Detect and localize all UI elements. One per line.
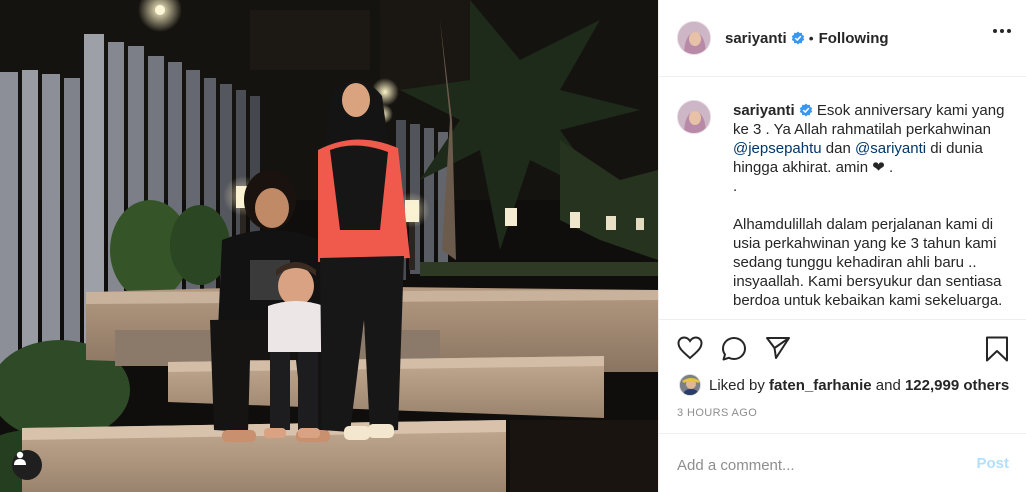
likes-conjunction: and [875, 376, 901, 394]
post-side-panel: sariyanti • Following sariyanti Esok ann… [658, 0, 1026, 492]
action-bar [659, 332, 1026, 366]
comment-icon [722, 337, 746, 361]
following-button[interactable]: Following [819, 30, 889, 47]
ellipsis-icon [993, 29, 997, 33]
avatar-image [680, 375, 700, 395]
liker-avatar[interactable] [679, 374, 701, 396]
verified-badge-icon [799, 103, 812, 117]
post-header: sariyanti • Following [659, 0, 1026, 77]
bookmark-icon [986, 336, 1008, 362]
caption-body-mid: dan [821, 140, 855, 157]
header-separator: • [808, 30, 814, 46]
comment-form: Post [659, 433, 1026, 492]
likes-prefix: Liked by [709, 376, 765, 394]
author-username[interactable]: sariyanti [725, 30, 787, 47]
post-comment-button[interactable]: Post [976, 455, 1009, 472]
caption-text: sariyanti Esok anniversary kami yang ke … [733, 101, 1015, 310]
likes-count-link[interactable]: 122,999 others [905, 377, 1009, 394]
likes-summary: Liked by faten_farhanie and 122,999 othe… [679, 374, 1009, 396]
tagged-users-button[interactable] [12, 450, 42, 480]
first-liker-link[interactable]: faten_farhanie [769, 377, 872, 394]
avatar-image [678, 22, 710, 54]
caption-scroll-area[interactable]: sariyanti Esok anniversary kami yang ke … [659, 77, 1026, 320]
heart-icon [677, 336, 703, 360]
caption-username[interactable]: sariyanti [733, 102, 795, 119]
save-button[interactable] [985, 336, 1009, 367]
author-avatar[interactable] [677, 21, 711, 55]
family-photo-illustration [0, 0, 658, 492]
mention-link-sariyanti[interactable]: @sariyanti [855, 140, 926, 157]
avatar-image [678, 101, 710, 133]
mention-link-jepsepahtu[interactable]: @jepsepahtu [733, 140, 822, 157]
post-photo[interactable] [0, 0, 658, 492]
comment-button[interactable] [721, 336, 747, 367]
caption-author-avatar[interactable] [677, 100, 711, 134]
caption-row: sariyanti Esok anniversary kami yang ke … [677, 100, 1015, 310]
verified-badge-icon [791, 31, 804, 45]
post-timestamp[interactable]: 3 HOURS AGO [677, 407, 757, 419]
share-button[interactable] [765, 336, 791, 365]
paper-plane-icon [766, 337, 790, 359]
more-options-button[interactable] [993, 29, 1011, 33]
like-button[interactable] [677, 336, 703, 365]
caption-body-part2: di dunia hingga akhirat. amin ❤ . . Alha… [733, 140, 1003, 309]
user-silhouette-icon [14, 451, 26, 465]
comment-input[interactable] [677, 454, 957, 476]
